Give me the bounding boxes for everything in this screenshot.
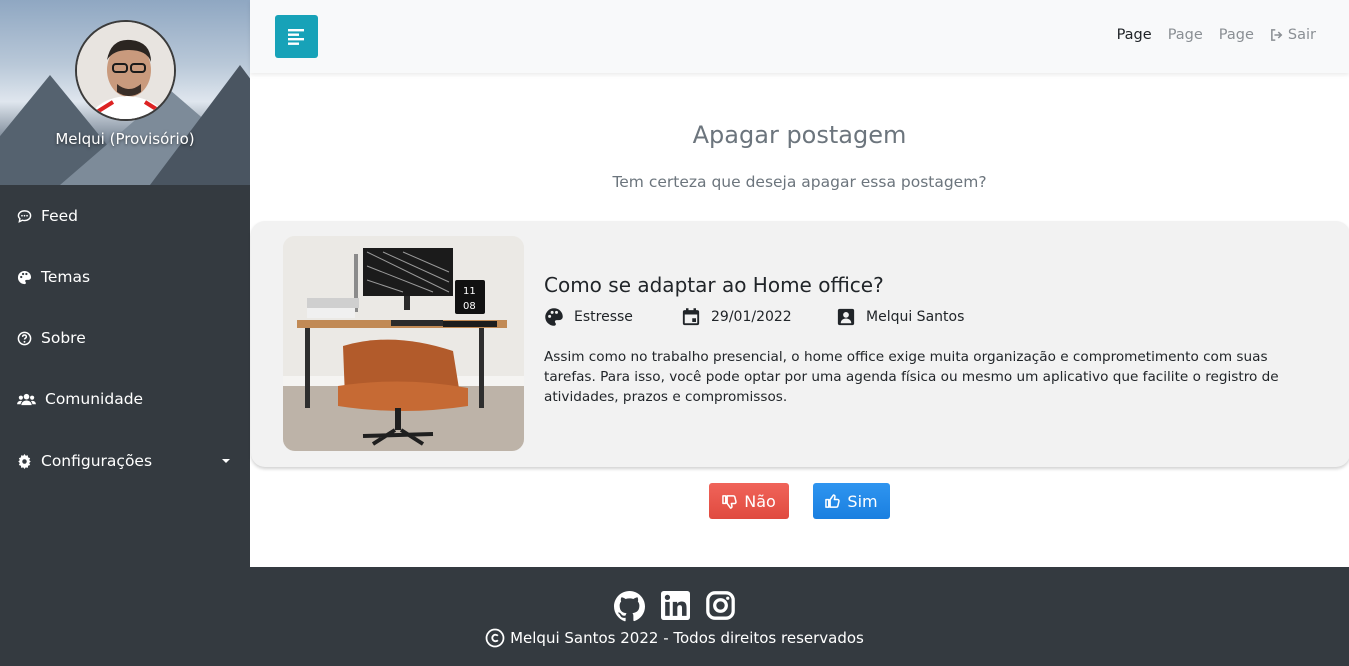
- top-navigation: Page Page Page Sair: [1101, 27, 1316, 43]
- avatar[interactable]: [75, 20, 176, 121]
- sidebar-item-label: Configurações: [41, 452, 153, 470]
- sidebar-item-label: Feed: [41, 207, 78, 225]
- sidebar-item-label: Comunidade: [45, 390, 144, 408]
- confirm-button-label: Sim: [847, 491, 878, 511]
- post-text: Assim como no trabalho presencial, o hom…: [544, 349, 1279, 405]
- sidebar-item-temas[interactable]: Temas: [0, 255, 250, 299]
- page-title: Apagar postagem: [692, 121, 907, 149]
- nav-link-page-1[interactable]: Page: [1117, 27, 1152, 43]
- linkedin-icon[interactable]: [661, 591, 690, 626]
- sidebar-item-configuracoes[interactable]: Configurações: [0, 439, 250, 483]
- post-card: 11 08 Como se adaptar ao Home office? Es…: [251, 221, 1349, 467]
- comment-icon: [17, 209, 32, 223]
- sidebar-toggle-button[interactable]: [275, 15, 318, 58]
- post-image: 11 08: [283, 236, 524, 451]
- contact-icon: [837, 308, 855, 326]
- profile-name: Melqui (Provisório): [55, 130, 195, 148]
- palette-icon: [545, 308, 563, 326]
- profile-header: Melqui (Provisório): [0, 0, 250, 185]
- post-author: Melqui Santos: [836, 307, 964, 327]
- main-content: Page Page Page Sair Apagar postagem Tem …: [250, 0, 1349, 567]
- post-date-label: 29/01/2022: [711, 309, 792, 325]
- github-icon[interactable]: [614, 591, 645, 626]
- footer: Melqui Santos 2022 - Todos direitos rese…: [0, 567, 1349, 666]
- post-title: Como se adaptar ao Home office?: [544, 273, 884, 297]
- post-author-label: Melqui Santos: [866, 309, 965, 325]
- copyright-icon: [485, 628, 505, 648]
- sign-out-icon: [1270, 29, 1283, 41]
- calendar-icon: [682, 308, 700, 326]
- cancel-button-label: Não: [744, 491, 776, 511]
- page-subtitle: Tem certeza que deseja apagar essa posta…: [612, 173, 987, 191]
- logout-label: Sair: [1287, 27, 1316, 43]
- users-icon: [17, 393, 36, 405]
- confirm-button[interactable]: Sim: [813, 483, 890, 519]
- post-theme: Estresse: [544, 307, 633, 327]
- gear-icon: [18, 453, 31, 469]
- sidebar-item-feed[interactable]: Feed: [0, 194, 250, 238]
- topbar: Page Page Page Sair: [250, 0, 1349, 73]
- sidebar-item-label: Sobre: [41, 329, 86, 347]
- thumbs-up-icon: [825, 493, 841, 508]
- copyright: Melqui Santos 2022 - Todos direitos rese…: [0, 628, 1349, 648]
- image-clock-hours: 11: [463, 286, 476, 297]
- nav-link-page-3[interactable]: Page: [1219, 27, 1254, 43]
- post-theme-label: Estresse: [574, 309, 633, 325]
- sidebar: Melqui (Provisório) Feed Temas Sobre Com…: [0, 0, 250, 567]
- social-links: [0, 591, 1349, 626]
- sidebar-item-comunidade[interactable]: Comunidade: [0, 377, 250, 421]
- image-clock-minutes: 08: [463, 301, 476, 312]
- palette-icon: [17, 270, 32, 284]
- copyright-text: Melqui Santos 2022 - Todos direitos rese…: [510, 629, 864, 647]
- question-circle-icon: [17, 331, 32, 345]
- thumbs-down-icon: [722, 494, 737, 509]
- align-left-icon: [287, 28, 304, 45]
- instagram-icon[interactable]: [706, 591, 735, 626]
- sidebar-item-label: Temas: [41, 268, 91, 286]
- cancel-button[interactable]: Não: [709, 483, 789, 519]
- logout-link[interactable]: Sair: [1270, 27, 1316, 43]
- post-date: 29/01/2022: [681, 307, 792, 327]
- sidebar-item-sobre[interactable]: Sobre: [0, 316, 250, 360]
- caret-down-icon[interactable]: [222, 459, 230, 463]
- nav-link-page-2[interactable]: Page: [1168, 27, 1203, 43]
